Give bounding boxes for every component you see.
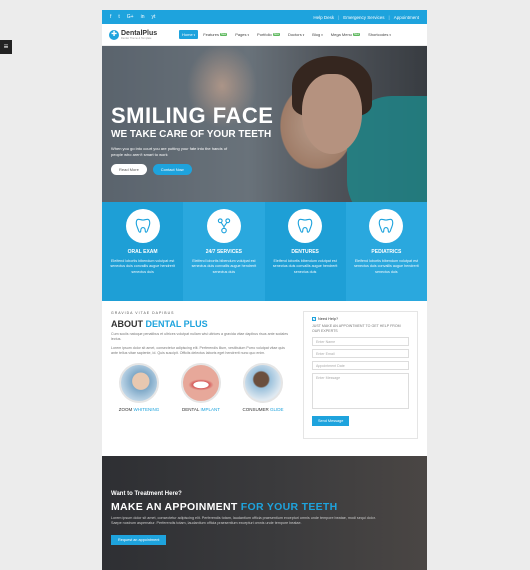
form-note: JUST MAKE AN APPOINTMENT TO GET HELP FRO…: [312, 324, 401, 333]
chevron-down-icon: ▾: [321, 32, 323, 37]
chevron-down-icon: ▾: [302, 32, 305, 37]
nav-home[interactable]: Home ▾: [179, 30, 199, 39]
service-dentures[interactable]: DENTURES Eleifend lobortis bibendum volu…: [264, 201, 346, 301]
hero-description: When you go into court you are putting y…: [111, 146, 228, 157]
logo-tagline: Dentist Theme & Template: [121, 36, 152, 40]
tooth-icon: [288, 209, 323, 243]
about-eyebrow: GRAVIDA VITAE DAPIBUS: [111, 311, 175, 315]
help-desk-link[interactable]: Help Desk: [313, 15, 334, 20]
member-photo: [181, 362, 221, 403]
request-appointment-button[interactable]: Request an appointment: [111, 534, 167, 545]
new-badge: New: [219, 33, 228, 36]
service-title: ORAL EXAM: [127, 249, 158, 255]
side-settings-tab[interactable]: ≡: [0, 40, 12, 54]
site-header: ✚ DentalPlus Dentist Theme & Template Ho…: [102, 24, 427, 46]
member-label: DENTAL IMPLANT: [181, 406, 221, 412]
service-title: PEDIATRICS: [371, 249, 402, 255]
about-section: GRAVIDA VITAE DAPIBUS ABOUT DENTAL PLUS …: [102, 301, 427, 451]
chevron-down-icon: ▾: [389, 32, 391, 37]
team-member[interactable]: DENTAL IMPLANT: [173, 362, 229, 412]
social-links: f t G+ in yt: [110, 14, 155, 20]
nav-mega-menu[interactable]: Mega Menu New: [328, 30, 363, 39]
hero-subtitle: WE TAKE CARE OF YOUR TEETH: [111, 129, 272, 140]
team-member[interactable]: ZOOM WHITENING: [111, 362, 167, 412]
top-bar: f t G+ in yt Help Desk | Emergency Servi…: [102, 10, 427, 24]
new-badge: New: [352, 33, 361, 36]
need-help-label: Need Help?: [318, 317, 339, 321]
member-label: ZOOM WHITENING: [118, 406, 160, 412]
hero-banner: SMILING FACE WE TAKE CARE OF YOUR TEETH …: [102, 46, 427, 202]
linkedin-icon[interactable]: in: [141, 14, 145, 20]
appointment-link[interactable]: Appointment: [394, 15, 419, 20]
nav-features[interactable]: Features New: [200, 30, 230, 39]
send-message-button[interactable]: Send Message: [312, 416, 350, 426]
hero-content: SMILING FACE WE TAKE CARE OF YOUR TEETH …: [111, 104, 273, 175]
read-more-button[interactable]: Read More: [111, 164, 147, 175]
youtube-icon[interactable]: yt: [152, 14, 156, 20]
nav-pages[interactable]: Pages ▾: [232, 30, 252, 39]
name-field[interactable]: Enter Name: [312, 337, 409, 346]
dental-tool-icon: [206, 209, 241, 243]
nav-shortcodes[interactable]: Shortcodes ▾: [365, 30, 394, 39]
email-field[interactable]: Enter Email: [312, 349, 409, 358]
service-text: Eleifend lobortis bibendum volutpat est …: [191, 259, 257, 274]
service-text: Eleifend lobortis bibendum volutpat est …: [272, 259, 338, 274]
new-badge: New: [272, 33, 280, 36]
about-body: Lorem ipsum dolor sit amet, consectetur …: [111, 345, 285, 356]
service-title: DENTURES: [291, 249, 319, 255]
facebook-icon[interactable]: f: [110, 14, 111, 20]
date-field[interactable]: Appointment Date: [312, 361, 409, 370]
service-pediatrics[interactable]: PEDIATRICS Eleifend lobortis bibendum vo…: [345, 201, 427, 301]
chevron-down-icon: ▾: [193, 32, 196, 37]
divider: |: [338, 14, 340, 20]
need-help-checkbox[interactable]: ✓: [312, 317, 316, 321]
team-list: ZOOM WHITENING DENTAL IMPLANT CONSUMER G…: [111, 362, 291, 412]
nav-blog[interactable]: Blog ▾: [309, 30, 326, 39]
about-intro: Cum sociis natoque penatibus et ultrices…: [111, 332, 288, 342]
emergency-services-link[interactable]: Emergency Services: [343, 15, 384, 20]
service-24-7[interactable]: 24/7 SERVICES Eleifend lobortis bibendum…: [183, 201, 265, 301]
appointment-form: ✓ Need Help? JUST MAKE AN APPOINTMENT TO…: [303, 311, 418, 439]
service-oral-exam[interactable]: ORAL EXAM Eleifend lobortis bibendum vol…: [102, 201, 184, 301]
hero-title: SMILING FACE: [111, 103, 274, 128]
service-title: 24/7 SERVICES: [205, 249, 243, 255]
cta-eyebrow: Want to Treatment Here?: [111, 491, 182, 497]
cta-title: MAKE AN APPOINMENT FOR YOUR TEETH: [111, 501, 338, 513]
nav-portfolio[interactable]: Portfolio New: [254, 30, 283, 39]
main-nav: Home ▾ Features New Pages ▾ Portfolio New Do…: [179, 30, 394, 39]
divider: |: [388, 14, 390, 20]
google-plus-icon[interactable]: G+: [127, 14, 134, 20]
tooth-icon: [369, 209, 404, 243]
member-photo: [243, 362, 283, 403]
service-text: Eleifend lobortis bibendum volutpat est …: [354, 259, 419, 274]
tooth-logo-icon: ✚: [109, 29, 119, 40]
logo[interactable]: ✚ DentalPlus Dentist Theme & Template: [109, 29, 179, 40]
message-field[interactable]: Enter Message: [312, 373, 409, 409]
team-member[interactable]: CONSUMER GLIDE: [235, 362, 291, 412]
twitter-icon[interactable]: t: [118, 14, 119, 20]
services-row: ORAL EXAM Eleifend lobortis bibendum vol…: [102, 201, 427, 301]
website-page: f t G+ in yt Help Desk | Emergency Servi…: [102, 10, 427, 570]
chevron-down-icon: ▾: [247, 32, 250, 37]
cta-text: Lorem ipsum dolor sit amet, consectetur …: [111, 516, 376, 526]
appointment-cta: Want to Treatment Here? MAKE AN APPOINME…: [102, 456, 427, 570]
member-label: CONSUMER GLIDE: [242, 406, 284, 412]
contact-now-button[interactable]: Contact Now: [152, 164, 192, 175]
tooth-icon: [125, 209, 160, 243]
about-title: ABOUT DENTAL PLUS: [111, 319, 208, 329]
service-text: Eleifend lobortis bibendum volutpat est …: [110, 259, 175, 274]
logo-name: DentalPlus: [121, 29, 158, 37]
member-photo: [119, 362, 159, 403]
top-links: Help Desk | Emergency Services | Appoint…: [313, 15, 419, 20]
nav-doctors[interactable]: Doctors ▾: [285, 30, 307, 39]
